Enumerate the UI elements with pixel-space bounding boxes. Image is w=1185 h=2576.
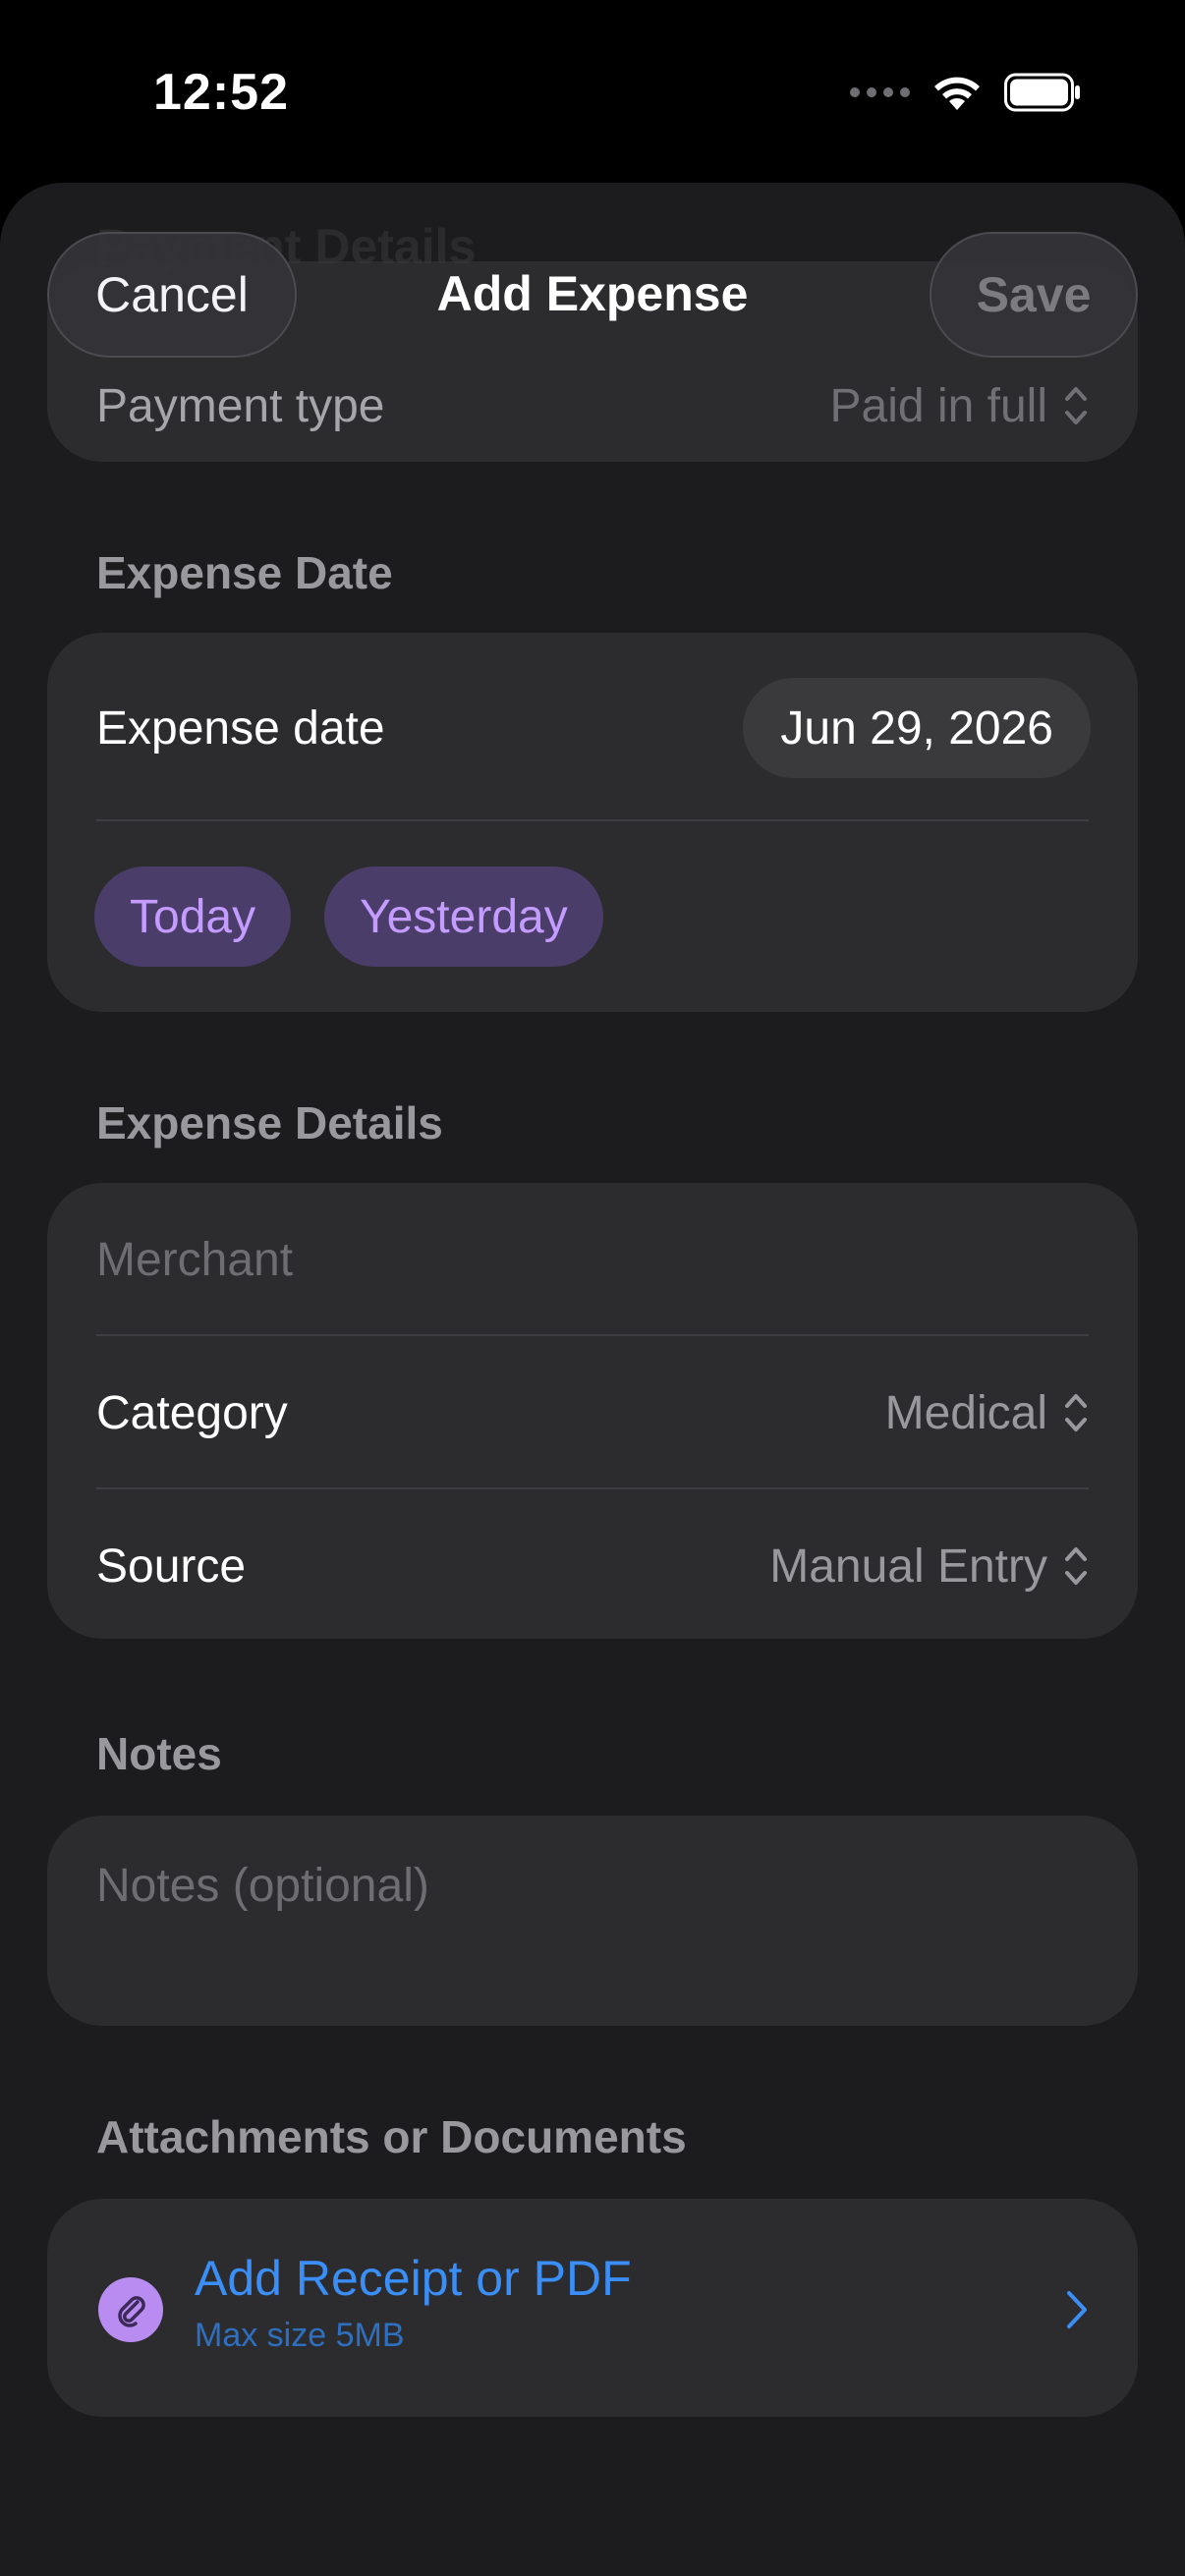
expense-date-section-title: Expense Date — [96, 547, 393, 598]
status-time: 12:52 — [153, 64, 289, 121]
payment-type-label: Payment type — [96, 379, 385, 432]
category-row[interactable]: Category Medical — [96, 1366, 1089, 1460]
source-row[interactable]: Source Manual Entry — [96, 1519, 1089, 1613]
category-value: Medical — [884, 1386, 1047, 1439]
divider — [96, 1487, 1089, 1489]
source-value: Manual Entry — [769, 1540, 1047, 1593]
source-label: Source — [96, 1540, 247, 1593]
add-expense-sheet: Payment Details Cancel Add Expense Save … — [0, 183, 1185, 2576]
today-chip[interactable]: Today — [94, 867, 292, 967]
source-picker[interactable]: Manual Entry — [769, 1540, 1089, 1594]
status-icons — [850, 73, 1083, 112]
expense-date-card: Expense date Jun 29, 2026 Today Yesterda… — [47, 633, 1138, 1012]
up-down-chevron-icon — [1065, 387, 1087, 424]
cellular-signal-icon — [850, 87, 910, 97]
category-picker[interactable]: Medical — [885, 1386, 1089, 1440]
payment-type-row[interactable]: Payment type Paid in full — [96, 362, 1089, 450]
save-button[interactable]: Save — [930, 232, 1138, 358]
category-label: Category — [96, 1386, 288, 1439]
divider — [96, 819, 1089, 821]
expense-details-section-title: Expense Details — [96, 1097, 443, 1148]
yesterday-chip[interactable]: Yesterday — [324, 867, 603, 967]
expense-details-card: Merchant Category Medical Source Manual … — [47, 1183, 1138, 1639]
chevron-right-icon — [1067, 2291, 1087, 2328]
max-size-label: Max size 5MB — [195, 2317, 405, 2354]
divider — [96, 1334, 1089, 1336]
status-bar: 12:52 — [0, 0, 1185, 187]
notes-card[interactable]: Notes (optional) — [47, 1816, 1138, 2026]
merchant-input[interactable]: Merchant — [96, 1233, 293, 1287]
paperclip-icon — [98, 2277, 163, 2342]
add-receipt-button[interactable]: Add Receipt or PDF Max size 5MB — [47, 2199, 1138, 2417]
add-receipt-label: Add Receipt or PDF — [195, 2251, 632, 2306]
payment-type-picker[interactable]: Paid in full — [830, 379, 1089, 433]
up-down-chevron-icon — [1065, 1394, 1087, 1431]
wifi-icon — [934, 77, 980, 110]
attachments-section-title: Attachments or Documents — [96, 2111, 687, 2162]
merchant-field[interactable]: Merchant — [96, 1212, 1089, 1307]
battery-icon — [1004, 73, 1080, 112]
payment-type-value: Paid in full — [829, 379, 1047, 432]
expense-date-picker[interactable]: Jun 29, 2026 — [743, 678, 1091, 778]
notes-section-title: Notes — [96, 1728, 222, 1779]
nav-bar: Payment Details Cancel Add Expense Save — [0, 183, 1185, 369]
expense-date-label: Expense date — [96, 701, 385, 755]
up-down-chevron-icon — [1065, 1547, 1087, 1585]
notes-input[interactable]: Notes (optional) — [96, 1859, 429, 1913]
